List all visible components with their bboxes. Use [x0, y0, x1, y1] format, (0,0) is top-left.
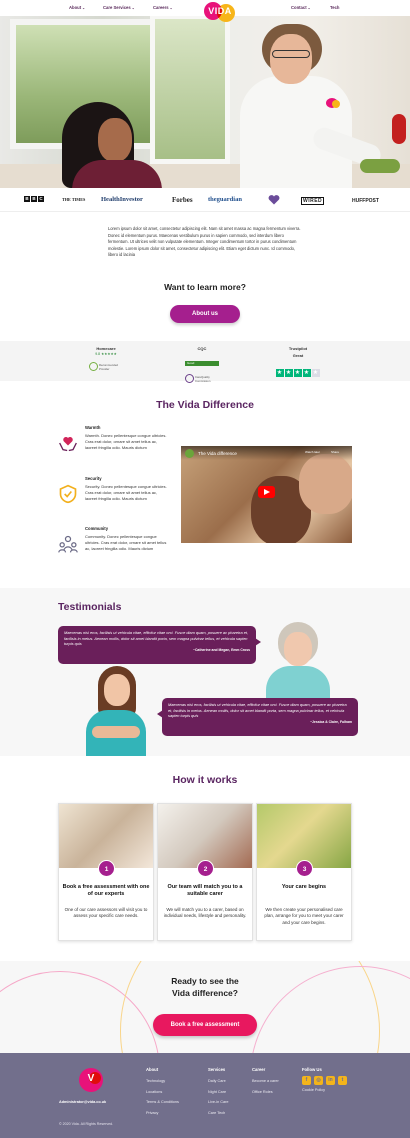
step-photo	[257, 804, 351, 868]
vida-difference-video[interactable]: The Vida difference Watch later Share	[181, 446, 352, 543]
cqc-logo-icon	[185, 374, 194, 384]
cookie-policy-link[interactable]: Cookie Policy	[302, 1088, 347, 1092]
nav-about[interactable]: About⌄	[69, 5, 85, 10]
chevron-down-icon: ⌄	[82, 6, 86, 10]
footer-col-services: Services Daily Care Night Care Live-in C…	[208, 1067, 228, 1118]
footer-link[interactable]: Care Tech	[208, 1108, 228, 1119]
nav-care-services[interactable]: Care Services⌄	[103, 5, 135, 10]
learn-more-heading: Want to learn more?	[164, 282, 246, 292]
footer-link[interactable]: Daily Care	[208, 1076, 228, 1087]
footer: V Administrator@vida.co.uk © 2020 Vida. …	[0, 1053, 410, 1138]
testimonial-photo-young-woman	[84, 664, 148, 756]
testimonial-bubble: Maecenas nisl eros, facilisis ut vehicul…	[58, 626, 261, 664]
play-icon[interactable]	[258, 486, 275, 498]
vida-difference-title: The Vida Difference	[156, 399, 254, 411]
guardian-logo: theguardian	[208, 196, 242, 203]
community-people-icon	[58, 535, 78, 553]
testimonial-bubble: Maecenas nisl eros, facilisis ut vehicul…	[157, 698, 358, 736]
footer-link[interactable]: Night Care	[208, 1087, 228, 1098]
twitter-icon[interactable]: t	[338, 1076, 347, 1085]
instagram-icon[interactable]: ◎	[314, 1076, 323, 1085]
testimonials-title: Testimonials	[58, 601, 122, 613]
star-icon: ★	[284, 369, 293, 377]
recommended-badge-icon	[89, 362, 98, 372]
about-us-button[interactable]: About us	[170, 305, 240, 323]
step-card: 1 Book a free assessment with one of our…	[58, 803, 154, 941]
star-icon: ★	[311, 369, 320, 377]
footer-link[interactable]: Live-in Care	[208, 1097, 228, 1108]
hero-image	[0, 14, 410, 188]
cta-title: Ready to see the Vida difference?	[171, 976, 239, 998]
nav-careers[interactable]: Careers⌄	[153, 5, 173, 10]
step-number: 3	[296, 860, 313, 877]
chevron-down-icon: ⌄	[307, 6, 311, 10]
step-photo	[158, 804, 252, 868]
footer-link[interactable]: Privacy	[146, 1108, 179, 1119]
ratings-strip: Homecare 9.8 ★★★★★ Recommended Provider …	[0, 341, 410, 384]
heart-hands-icon	[59, 436, 77, 452]
footer-email[interactable]: Administrator@vida.co.uk	[59, 1100, 106, 1104]
facebook-icon[interactable]: f	[302, 1076, 311, 1085]
how-it-works-title: How it works	[172, 774, 238, 786]
footer-col-about: About Technology Locations Terms & Condi…	[146, 1067, 179, 1118]
homecare-rating[interactable]: Homecare 9.8 ★★★★★ Recommended Provider	[76, 346, 136, 376]
shield-icon	[59, 484, 77, 504]
wired-logo: WIRED	[301, 197, 325, 205]
social-icons: f ◎ in t	[302, 1076, 347, 1085]
cqc-rating[interactable]: CQC Good CareQuality Commission	[172, 346, 232, 388]
star-icon: ★	[275, 369, 284, 377]
footer-copyright: © 2020 Vida. All Rights Reserved.	[59, 1122, 114, 1126]
trustpilot-rating[interactable]: Trustpilot Great ★ ★ ★ ★ ★	[268, 346, 328, 379]
bbc-logo: BBC	[24, 196, 44, 202]
step-card: 2 Our team will match you to a suitable …	[157, 803, 253, 941]
star-icon: ★	[302, 369, 311, 377]
watch-later-button[interactable]: Watch later	[305, 450, 320, 454]
heart-logo	[268, 195, 280, 205]
footer-link[interactable]: Locations	[146, 1087, 179, 1098]
press-logos: BBC THE TIMES HealthInvestor Forbes theg…	[0, 190, 410, 212]
intro-text: Lorem ipsum dolor sit amet, consectetur …	[108, 226, 301, 258]
footer-link[interactable]: Become a carer	[252, 1076, 279, 1087]
linkedin-icon[interactable]: in	[326, 1076, 335, 1085]
forbes-logo: Forbes	[172, 196, 193, 204]
footer-logo[interactable]: V	[79, 1068, 103, 1092]
footer-col-career: Career Become a carer Office Roles	[252, 1067, 279, 1097]
channel-avatar-icon	[185, 449, 194, 458]
chevron-down-icon: ⌄	[131, 6, 135, 10]
footer-link[interactable]: Technology	[146, 1076, 179, 1087]
the-times-logo: THE TIMES	[62, 197, 86, 202]
step-photo	[59, 804, 153, 868]
step-number: 1	[98, 860, 115, 877]
vida-logo[interactable]: VIDA	[204, 2, 240, 22]
star-icon: ★	[293, 369, 302, 377]
step-card: 3 Your care begins We then create your p…	[256, 803, 352, 941]
footer-col-follow: Follow Us f ◎ in t Cookie Policy	[302, 1067, 347, 1092]
chevron-down-icon: ⌄	[169, 6, 173, 10]
step-number: 2	[197, 860, 214, 877]
nav-contact[interactable]: Contact⌄	[291, 5, 311, 10]
health-investor-logo: HealthInvestor	[101, 196, 143, 203]
trustpilot-stars: ★ ★ ★ ★ ★	[275, 361, 321, 379]
huffpost-logo: HUFFPOST	[352, 198, 379, 204]
footer-link[interactable]: Office Roles	[252, 1087, 279, 1098]
nav-tech[interactable]: Tech	[330, 5, 339, 10]
testimonial-photo-older-woman	[262, 620, 334, 700]
footer-link[interactable]: Terms & Conditions	[146, 1097, 179, 1108]
share-button[interactable]: Share	[331, 450, 339, 454]
book-assessment-button[interactable]: Book a free assessment	[153, 1014, 257, 1036]
